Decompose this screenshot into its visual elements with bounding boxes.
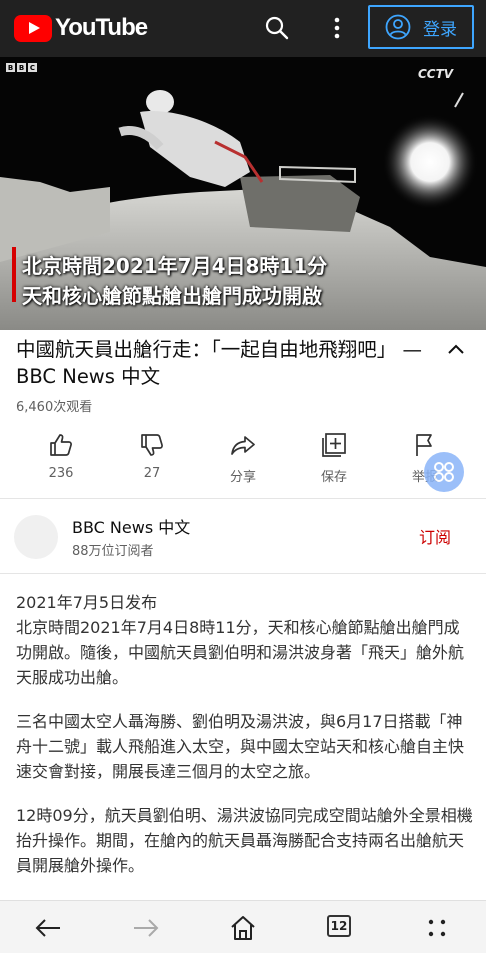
publish-date: 2021年7月5日发布 <box>16 593 158 612</box>
subscriber-count: 88万位订阅者 <box>72 544 154 559</box>
chevron-up-icon[interactable] <box>446 340 466 360</box>
video-description: 2021年7月5日发布 北京時間2021年7月4日8時11分，天和核心艙節點艙出… <box>16 590 474 897</box>
forward-arrow-icon[interactable] <box>132 914 160 942</box>
youtube-play-icon <box>14 14 52 42</box>
cctv-watermark: CCTV <box>418 67 454 81</box>
menu-dots-icon[interactable] <box>423 914 451 942</box>
thumbs-down-icon <box>141 434 163 456</box>
channel-name[interactable]: BBC News 中文 <box>72 514 190 538</box>
description-paragraph-1: 北京時間2021年7月4日8時11分，天和核心艙節點艙出艙門成功開啟。隨後，中國… <box>16 618 465 687</box>
youtube-wordmark: YouTube <box>55 14 148 41</box>
video-caption-line-2: 天和核心艙節點艙出艙門成功開啟 <box>22 284 322 308</box>
login-label: 登录 <box>423 19 457 40</box>
caption-accent-bar <box>12 247 16 302</box>
login-button[interactable]: 登录 <box>368 5 474 49</box>
video-actions: 236 27 分享 保存 举报 <box>0 428 486 490</box>
divider <box>0 498 486 499</box>
tab-switcher-button[interactable]: 12 <box>327 915 351 937</box>
video-caption-line-1: 北京時間2021年7月4日8時11分 <box>22 254 328 278</box>
divider <box>0 573 486 574</box>
bbc-watermark: BBC <box>6 63 37 72</box>
description-paragraph-2: 三名中國太空人聶海勝、劉伯明及湯洪波，與6月17日搭載「神舟十二號」載人飛船進入… <box>16 712 465 781</box>
like-count: 236 <box>48 466 74 481</box>
thumbs-up-icon <box>50 434 72 456</box>
back-arrow-icon[interactable] <box>34 914 62 942</box>
youtube-logo[interactable]: YouTube <box>14 14 148 42</box>
grid-icon <box>434 462 454 482</box>
dislike-count: 27 <box>143 466 161 481</box>
like-button[interactable]: 236 <box>26 428 96 481</box>
save-label: 保存 <box>320 470 347 485</box>
account-icon <box>385 14 411 40</box>
dislike-button[interactable]: 27 <box>117 428 187 481</box>
search-icon[interactable] <box>264 15 290 41</box>
video-title[interactable]: 中國航天員出艙行走：「一起自由地飛翔吧」 — BBC News 中文 <box>16 336 436 390</box>
video-player[interactable]: BBC CCTV 北京時間2021年7月4日8時11分 天和核心艙節點艙出艙門成… <box>0 57 486 330</box>
more-vert-icon[interactable] <box>328 14 346 42</box>
floating-assistant-button[interactable] <box>424 452 464 492</box>
playlist-add-icon <box>322 433 346 457</box>
share-icon <box>231 436 255 455</box>
view-count: 6,460次观看 <box>16 400 93 415</box>
description-paragraph-3: 12時09分，航天員劉伯明、湯洪波協同完成空間站艙外全景相機抬升操作。期間，在艙… <box>16 806 473 875</box>
subscribe-button[interactable]: 订阅 <box>419 524 451 548</box>
app-header: YouTube 登录 <box>0 0 486 57</box>
save-button[interactable]: 保存 <box>299 428 369 485</box>
share-label: 分享 <box>229 470 256 485</box>
share-button[interactable]: 分享 <box>208 428 278 485</box>
home-icon[interactable] <box>229 914 257 942</box>
channel-avatar[interactable] <box>14 515 58 559</box>
browser-bottom-nav <box>0 900 486 953</box>
